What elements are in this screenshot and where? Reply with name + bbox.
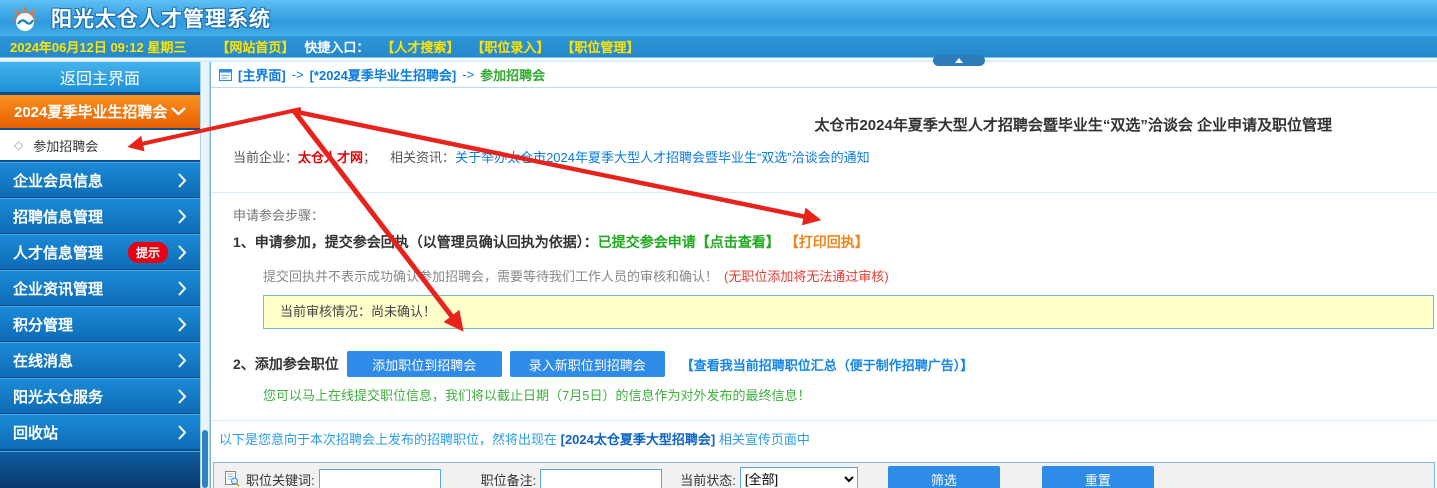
diamond-bullet-icon: ◇: [14, 138, 23, 152]
sidebar-item-label: 积分管理: [13, 314, 73, 335]
steps-heading: 申请参会步骤：: [211, 205, 1437, 224]
sidebar: 返回主界面 2024夏季毕业生招聘会 ◇ 参加招聘会 企业会员信息 招聘信息管理: [0, 62, 200, 488]
home-link[interactable]: 【网站首页】: [216, 37, 294, 56]
sidebar-item-label: 企业资讯管理: [13, 278, 103, 299]
status-select[interactable]: [全部]: [740, 467, 858, 488]
step1-label: 1、申请参加，提交参会回执（以管理员确认回执为依据）：: [233, 234, 598, 250]
sun-logo-icon: [10, 3, 44, 33]
remark-input[interactable]: [540, 469, 662, 488]
status-label: 当前状态:: [680, 470, 736, 488]
sidebar-item-label: 人才信息管理: [13, 242, 103, 263]
intro-prefix: 以下是您意向于本次招聘会上发布的招聘职位，然将出现在: [219, 432, 561, 447]
collapse-up-icon: [955, 58, 963, 63]
company-label: 当前企业：: [233, 150, 298, 165]
step2-tip: 您可以马上在线提交职位信息，我们将以截止日期（7月5日）的信息作为对外发布的最终…: [211, 385, 1437, 404]
company-separator: ；: [363, 150, 376, 165]
step2-row: 2、添加参会职位 添加职位到招聘会 录入新职位到招聘会 【查看我当前招聘职位汇总…: [211, 351, 1437, 377]
breadcrumb-separator: ->: [462, 67, 474, 82]
sidebar-item-join-job-fair[interactable]: ◇ 参加招聘会: [0, 130, 200, 160]
quick-link-job-entry[interactable]: 【职位录入】: [471, 37, 549, 56]
breadcrumb-current: 参加招聘会: [480, 65, 545, 84]
page-icon: [219, 69, 232, 81]
chevron-right-icon: [178, 245, 187, 260]
reset-button[interactable]: 重置: [1042, 466, 1154, 488]
audit-status-text: 当前审核情况：尚未确认！: [280, 304, 436, 319]
news-link[interactable]: 关于举办太仓市2024年夏季大型人才招聘会暨毕业生“双选”洽谈会的通知: [455, 150, 870, 165]
sidebar-item-sunshine-taicang-service[interactable]: 阳光太仓服务: [0, 378, 200, 413]
step1-warning: (无职位添加将无法通过审核): [724, 269, 889, 284]
document-search-icon: [224, 471, 240, 487]
breadcrumb-job-fair[interactable]: [*2024夏季毕业生招聘会]: [310, 65, 457, 84]
sidebar-item-company-member-info[interactable]: 企业会员信息: [0, 162, 200, 197]
chevron-right-icon: [178, 281, 187, 296]
breadcrumb: [主界面] -> [*2024夏季毕业生招聘会] -> 参加招聘会: [211, 62, 1437, 88]
audit-status-box: 当前审核情况：尚未确认！: [263, 295, 1434, 329]
chevron-right-icon: [178, 353, 187, 368]
quick-link-talent-search[interactable]: 【人才搜索】: [381, 37, 459, 56]
chevron-right-icon: [178, 209, 187, 224]
sidebar-item-label: 回收站: [13, 422, 58, 443]
job-filter-bar: 职位关键词: 职位备注: 当前状态: [全部] 筛选 重置: [213, 462, 1435, 488]
back-to-main-button[interactable]: 返回主界面: [0, 62, 200, 92]
remark-label: 职位备注:: [481, 470, 537, 488]
intro-fair-name: [2024太仓夏季大型招聘会]: [561, 432, 716, 447]
chevron-right-icon: [178, 425, 187, 440]
sidebar-item-company-news-manage[interactable]: 企业资讯管理: [0, 270, 200, 305]
sidebar-footer-area: [0, 451, 200, 488]
hint-badge: 提示: [128, 242, 168, 263]
sidebar-item-label: 招聘信息管理: [13, 206, 103, 227]
app-header: 阳光太仓人才管理系统: [0, 0, 1437, 36]
step1-note-line: 提交回执并不表示成功确认参加招聘会，需要等待我们工作人员的审核和确认！ (无职位添…: [211, 266, 1437, 285]
top-nav-bar: 2024年06月12日 09:12 星期三 【网站首页】 快捷入口： 【人才搜索…: [0, 36, 1437, 58]
quick-entry-label: 快捷入口：: [304, 37, 369, 56]
collapse-header-handle[interactable]: [933, 55, 985, 66]
step1-line: 1、申请参加，提交参会回执（以管理员确认回执为依据）：已提交参会申请【点击查看】…: [211, 232, 1437, 252]
intro-suffix: 相关宣传页面中: [715, 432, 810, 447]
sidebar-item-talent-info-manage[interactable]: 人才信息管理 提示: [0, 234, 200, 269]
sidebar-item-label: 阳光太仓服务: [13, 386, 103, 407]
sidebar-section-label: 2024夏季毕业生招聘会: [14, 101, 167, 122]
add-job-to-fair-button[interactable]: 添加职位到招聘会: [347, 351, 502, 377]
keyword-input[interactable]: [319, 469, 441, 488]
sidebar-item-points-manage[interactable]: 积分管理: [0, 306, 200, 341]
sidebar-item-label: 企业会员信息: [13, 170, 103, 191]
main-panel: [主界面] -> [*2024夏季毕业生招聘会] -> 参加招聘会 太仓市202…: [210, 62, 1437, 488]
sidebar-item-recycle-bin[interactable]: 回收站: [0, 414, 200, 449]
sidebar-item-recruit-info-manage[interactable]: 招聘信息管理: [0, 198, 200, 233]
divider: [211, 192, 1437, 193]
company-name: 太仓人才网: [298, 150, 363, 165]
chevron-right-icon: [178, 389, 187, 404]
sidebar-splitter: [200, 62, 210, 488]
job-list-intro: 以下是您意向于本次招聘会上发布的招聘职位，然将出现在 [2024太仓夏季大型招聘…: [211, 429, 1437, 448]
sidebar-item-label: 在线消息: [13, 350, 73, 371]
content-area: 太仓市2024年夏季大型人才招聘会暨毕业生“双选”洽谈会 企业申请及职位管理 当…: [211, 88, 1437, 488]
step1-note: 提交回执并不表示成功确认参加招聘会，需要等待我们工作人员的审核和确认！: [263, 269, 718, 284]
quick-link-job-manage[interactable]: 【职位管理】: [561, 37, 639, 56]
app-logo: 阳光太仓人才管理系统: [10, 3, 271, 33]
print-receipt-link[interactable]: 【打印回执】: [792, 234, 869, 250]
filter-button[interactable]: 筛选: [888, 466, 1000, 488]
chevron-right-icon: [178, 173, 187, 188]
datetime-text: 2024年06月12日 09:12 星期三: [10, 37, 186, 56]
chevron-down-icon: [171, 107, 186, 116]
app-window: 阳光太仓人才管理系统 2024年06月12日 09:12 星期三 【网站首页】 …: [0, 0, 1437, 488]
breadcrumb-main[interactable]: [主界面]: [238, 65, 286, 84]
job-summary-link[interactable]: 【查看我当前招聘职位汇总（便于制作招聘广告）】: [681, 355, 974, 374]
chevron-right-icon: [178, 317, 187, 332]
sidebar-item-online-messages[interactable]: 在线消息: [0, 342, 200, 377]
app-title: 阳光太仓人才管理系统: [51, 3, 271, 33]
company-info-line: 当前企业：太仓人才网； 相关资讯：关于举办太仓市2024年夏季大型人才招聘会暨毕业…: [211, 147, 1437, 166]
news-label: 相关资讯：: [390, 150, 455, 165]
keyword-label: 职位关键词:: [246, 470, 315, 488]
enter-new-job-button[interactable]: 录入新职位到招聘会: [510, 351, 665, 377]
scrollbar-thumb[interactable]: [202, 430, 208, 488]
view-application-link[interactable]: 已提交参会申请【点击查看】: [598, 234, 780, 250]
breadcrumb-separator: ->: [292, 67, 304, 82]
page-title: 太仓市2024年夏季大型人才招聘会暨毕业生“双选”洽谈会 企业申请及职位管理: [211, 114, 1437, 135]
divider: [211, 420, 1437, 421]
step2-label: 2、添加参会职位: [233, 354, 339, 374]
sidebar-section-job-fair[interactable]: 2024夏季毕业生招聘会: [0, 95, 200, 128]
sidebar-item-label: 参加招聘会: [33, 136, 98, 155]
